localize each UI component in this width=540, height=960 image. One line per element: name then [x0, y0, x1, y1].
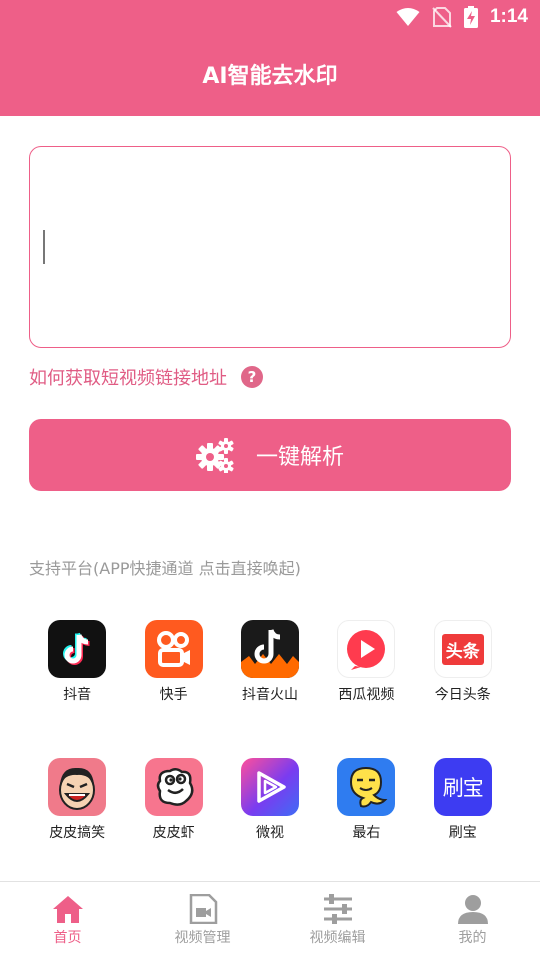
battery-charging-icon: [463, 6, 478, 28]
status-icons: 1:14: [396, 6, 528, 28]
toutiao-icon[interactable]: 头条: [433, 620, 492, 678]
platform-caption: 支持平台(APP快捷通道 点击直接唤起): [29, 559, 301, 578]
platform-label: 快手: [159, 687, 188, 703]
kuaishou-icon[interactable]: [144, 620, 203, 678]
nav-label-video-manage: 视频管理: [174, 930, 231, 946]
home-icon: [52, 896, 83, 923]
help-link[interactable]: 如何获取短视频链接地址 ?: [29, 362, 263, 392]
parse-button-label: 一键解析: [255, 445, 344, 470]
nav-label-video-edit: 视频编辑: [309, 930, 366, 946]
wifi-icon: [396, 8, 420, 26]
platform-label: 微视: [255, 825, 284, 841]
question-icon[interactable]: ?: [241, 366, 263, 388]
platform-label: 西瓜视频: [338, 687, 395, 703]
weishi-icon[interactable]: [240, 758, 299, 816]
platform-toutiao[interactable]: 头条 今日头条: [415, 620, 511, 704]
platform-label: 刷宝: [448, 825, 477, 841]
platform-zuiyou[interactable]: 最右: [318, 758, 414, 842]
pipigaoxiao-icon[interactable]: [48, 758, 107, 816]
gears-icon: [195, 438, 234, 473]
platform-kuaishou[interactable]: 快手: [125, 620, 221, 704]
page-title: AI智能去水印: [202, 64, 338, 89]
platform-shuabao[interactable]: 刷宝 刷宝: [415, 758, 511, 842]
bottom-nav: 首页 视频管理 视频编辑 我的: [0, 881, 540, 960]
video-url-input[interactable]: [29, 146, 511, 348]
platform-weishi[interactable]: 微视: [222, 758, 318, 842]
platform-label: 皮皮搞笑: [49, 825, 106, 841]
nav-label-home: 首页: [53, 930, 82, 946]
status-bar: 1:14: [0, 0, 540, 36]
status-time: 1:14: [489, 6, 528, 27]
platform-label: 最右: [352, 825, 381, 841]
shuabao-logo-glyph: 刷宝: [442, 776, 484, 800]
zuiyou-icon[interactable]: [337, 758, 396, 816]
toutiao-logo-glyph: 头条: [441, 633, 484, 665]
xigua-icon[interactable]: [337, 620, 396, 678]
platform-label: 皮皮虾: [152, 825, 195, 841]
nav-item-mine[interactable]: 我的: [405, 882, 540, 960]
douyin-icon[interactable]: [48, 620, 107, 678]
platform-label: 抖音火山: [241, 687, 298, 703]
nav-label-mine: 我的: [458, 930, 487, 946]
no-sim-icon: [432, 7, 452, 28]
platform-douyin[interactable]: 抖音: [29, 620, 125, 704]
app-header: 1:14 AI智能去水印: [0, 0, 540, 116]
user-icon: [457, 895, 488, 924]
parse-button[interactable]: 一键解析: [29, 419, 511, 491]
nav-item-video-manage[interactable]: 视频管理: [135, 882, 270, 960]
platform-xigua[interactable]: 西瓜视频: [318, 620, 414, 704]
platform-pipixia[interactable]: 皮皮虾: [125, 758, 221, 842]
platform-label: 今日头条: [434, 687, 491, 703]
huoshan-icon[interactable]: [240, 620, 299, 678]
nav-item-home[interactable]: 首页: [0, 882, 135, 960]
platform-huoshan[interactable]: 抖音火山: [222, 620, 318, 704]
pipixia-icon[interactable]: [144, 758, 203, 816]
shuabao-icon[interactable]: 刷宝: [433, 758, 492, 816]
video-file-icon: [189, 894, 217, 924]
nav-item-video-edit[interactable]: 视频编辑: [270, 882, 405, 960]
platform-grid: 抖音 快手 抖音火山 西瓜视频 头条 今日头条 皮皮搞笑 皮皮虾 微视 最右 刷…: [29, 620, 511, 842]
platform-pipigaoxiao[interactable]: 皮皮搞笑: [29, 758, 125, 842]
sliders-icon: [323, 894, 352, 924]
platform-label: 抖音: [63, 687, 92, 703]
help-link-text[interactable]: 如何获取短视频链接地址: [29, 364, 227, 390]
